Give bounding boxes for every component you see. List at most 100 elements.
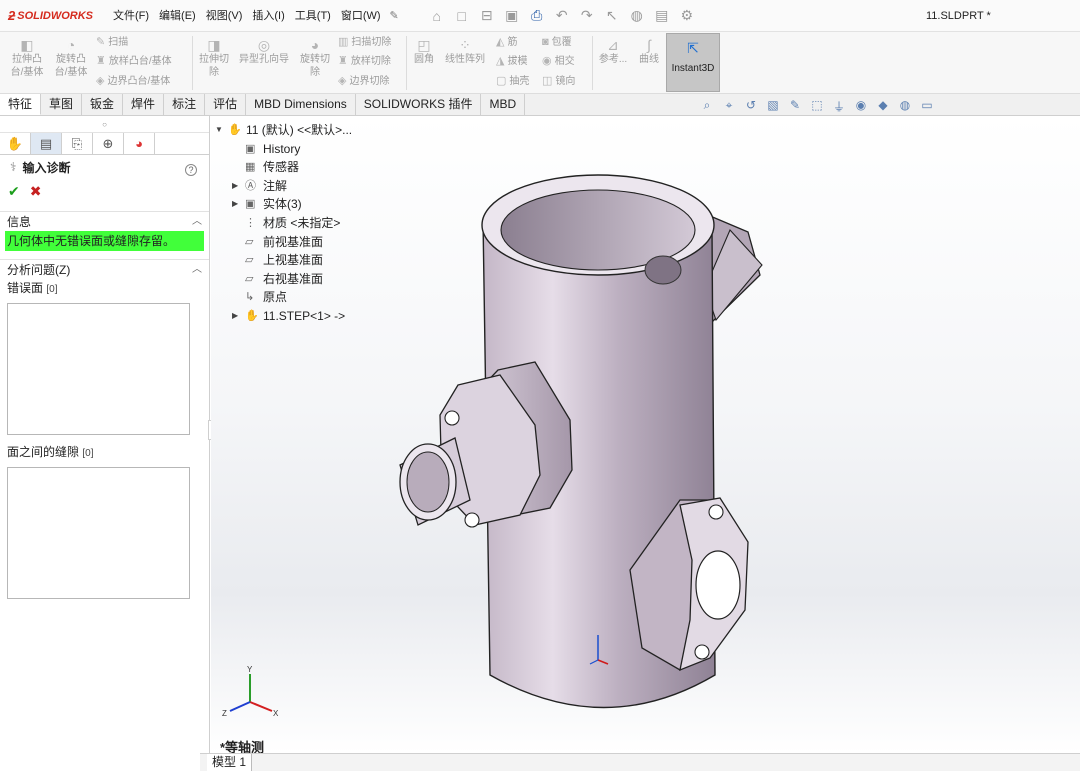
select-icon[interactable]: ↖	[602, 7, 622, 24]
view-settings-icon[interactable]: ▭	[918, 98, 936, 115]
pin-icon[interactable]: ✎	[390, 9, 399, 22]
save-icon[interactable]: ▣	[502, 7, 522, 24]
new-file-icon[interactable]: □	[452, 8, 472, 24]
plane-icon: ▱	[245, 272, 254, 285]
ok-check-icon[interactable]: ✔	[8, 183, 20, 200]
fillet-button[interactable]: ◰ 圆角	[408, 38, 440, 66]
origin-icon: ↳	[245, 291, 255, 304]
collapse-chevron-icon[interactable]: ︿	[192, 212, 202, 231]
dimxpert-manager-tab-icon[interactable]: ⊕	[93, 133, 124, 154]
expand-arrow-icon[interactable]: ▶	[232, 177, 238, 195]
apply-scene-icon[interactable]: ◍	[896, 98, 914, 115]
boundary-boss-button[interactable]: ◈ 边界凸台/基体	[96, 75, 170, 88]
hide-show-items-icon[interactable]: ◉	[852, 98, 870, 115]
zoom-to-fit-icon[interactable]: ⌕	[698, 98, 716, 115]
file-properties-icon[interactable]: ▤	[652, 7, 672, 24]
reference-geometry-button[interactable]: ⊿ 参考...	[595, 38, 631, 66]
linear-pattern-icon: ⁘	[459, 37, 471, 53]
loft-boss-button[interactable]: ♜ 放样凸台/基体	[96, 55, 172, 68]
view-orientation-icon[interactable]: ⬚	[808, 98, 826, 115]
quick-access-toolbar: ⌂ □ ⊟ ▣ ⎙ ↶ ↷ ↖ ◍ ▤ ⚙	[427, 7, 697, 24]
dynamic-annotation-icon[interactable]: ✎	[786, 98, 804, 115]
cancel-x-icon[interactable]: ✖	[30, 183, 42, 200]
intersect-button[interactable]: ◉ 相交	[542, 55, 575, 68]
gaps-count: [0]	[82, 448, 94, 459]
menu-tools[interactable]: 工具(T)	[290, 0, 336, 32]
tab-features[interactable]: 特征	[0, 94, 42, 115]
wrap-button[interactable]: ◙ 包覆	[542, 36, 572, 49]
loft-cut-button[interactable]: ♜ 放样切除	[338, 55, 391, 68]
rebuild-icon[interactable]: ◍	[627, 7, 647, 24]
display-manager-tab-icon[interactable]: ◕	[124, 133, 155, 154]
print-icon[interactable]: ⎙	[527, 7, 547, 24]
revolve-cut-button[interactable]: ◕ 旋转切 除	[294, 38, 336, 79]
plane-icon: ▱	[245, 254, 254, 267]
linear-pattern-button[interactable]: ⁘ 线性阵列	[440, 38, 490, 66]
solidworks-logo[interactable]: ƻ SOLIDWORKS	[0, 8, 108, 23]
instant3d-button[interactable]: ⇱ Instant3D	[666, 33, 720, 92]
menu-window[interactable]: 窗口(W)	[336, 0, 386, 32]
tab-mbd[interactable]: MBD	[481, 94, 526, 115]
menu-edit[interactable]: 编辑(E)	[154, 0, 201, 32]
intersect-icon: ◉	[542, 55, 552, 67]
tab-markup[interactable]: 标注	[164, 94, 206, 115]
tab-weldments[interactable]: 焊件	[123, 94, 165, 115]
home-icon[interactable]: ⌂	[427, 8, 447, 24]
analyze-group-header[interactable]: 分析问题(Z) ︿	[0, 259, 209, 279]
expand-arrow-icon[interactable]: ▼	[215, 121, 223, 139]
panel-drag-handle[interactable]: ○	[0, 116, 209, 133]
manager-tabs: ✋ ▤ ⎘ ⊕ ◕	[0, 133, 209, 155]
tab-mbd-dimensions[interactable]: MBD Dimensions	[246, 94, 356, 115]
feature-manager-tab-icon[interactable]: ✋	[0, 133, 31, 154]
edit-appearance-icon[interactable]: ◆	[874, 98, 892, 115]
draft-button[interactable]: ◮ 拔模	[496, 55, 527, 68]
expand-arrow-icon[interactable]: ▶	[232, 307, 238, 325]
rib-button[interactable]: ◭ 筋	[496, 36, 517, 49]
mirror-icon: ◫	[542, 75, 553, 87]
previous-view-icon[interactable]: ↺	[742, 98, 760, 115]
command-manager: ◧ 拉伸凸 台/基体 ◔ 旋转凸 台/基体 ✎ 扫描 ♜ 放样凸台/基体 ◈ 边界凸台…	[0, 32, 1080, 94]
extrude-cut-button[interactable]: ◨ 拉伸切 除	[194, 38, 234, 79]
menu-insert[interactable]: 插入(I)	[247, 0, 289, 32]
shell-button[interactable]: ▢ 抽壳	[496, 75, 529, 88]
extrude-boss-button[interactable]: ◧ 拉伸凸 台/基体	[6, 38, 48, 79]
ribbon-separator	[406, 36, 407, 90]
ribbon-separator	[592, 36, 593, 90]
property-manager-tab-icon[interactable]: ▤	[31, 133, 62, 154]
faulty-faces-list[interactable]	[7, 303, 190, 435]
gaps-list[interactable]	[7, 467, 190, 599]
info-group-header[interactable]: 信息 ︿	[0, 211, 209, 231]
expand-arrow-icon[interactable]: ▶	[232, 195, 238, 213]
mirror-button[interactable]: ◫ 镜向	[542, 75, 575, 88]
revolve-boss-button[interactable]: ◔ 旋转凸 台/基体	[50, 38, 92, 79]
part-model[interactable]	[380, 170, 790, 730]
open-file-icon[interactable]: ⊟	[477, 7, 497, 24]
section-view-icon[interactable]: ▧	[764, 98, 782, 115]
undo-icon[interactable]: ↶	[552, 7, 572, 24]
help-icon[interactable]: ?	[185, 164, 197, 176]
wrap-icon: ◙	[542, 36, 549, 48]
extrude-cut-icon: ◨	[207, 37, 221, 53]
options-gear-icon[interactable]: ⚙	[677, 7, 697, 24]
menu-file[interactable]: 文件(F)	[108, 0, 154, 32]
menu-view[interactable]: 视图(V)	[201, 0, 248, 32]
hole-wizard-button[interactable]: ◎ 异型孔向导	[234, 38, 294, 66]
tab-sheet-metal[interactable]: 钣金	[82, 94, 124, 115]
boundary-cut-button[interactable]: ◈ 边界切除	[338, 75, 389, 88]
redo-icon[interactable]: ↷	[577, 7, 597, 24]
material-icon: ⋮	[245, 216, 256, 229]
curves-button[interactable]: ∫ 曲线	[633, 38, 665, 66]
zoom-to-area-icon[interactable]: ⌖	[720, 98, 738, 115]
reference-triad[interactable]: Y X Z	[222, 664, 282, 722]
configuration-manager-tab-icon[interactable]: ⎘	[62, 133, 93, 154]
display-style-icon[interactable]: ⏚	[830, 98, 848, 115]
loft-cut-icon: ♜	[338, 55, 348, 67]
collapse-chevron-icon[interactable]: ︿	[192, 260, 202, 279]
tab-evaluate[interactable]: 评估	[205, 94, 247, 115]
sweep-cut-button[interactable]: ▥ 扫描切除	[338, 36, 391, 49]
tab-solidworks-addins[interactable]: SOLIDWORKS 插件	[355, 94, 482, 115]
revolve-cut-icon: ◕	[310, 37, 320, 53]
tab-sketch[interactable]: 草图	[41, 94, 83, 115]
tab-model[interactable]: 模型 1	[207, 754, 253, 771]
sweep-button[interactable]: ✎ 扫描	[96, 36, 128, 49]
